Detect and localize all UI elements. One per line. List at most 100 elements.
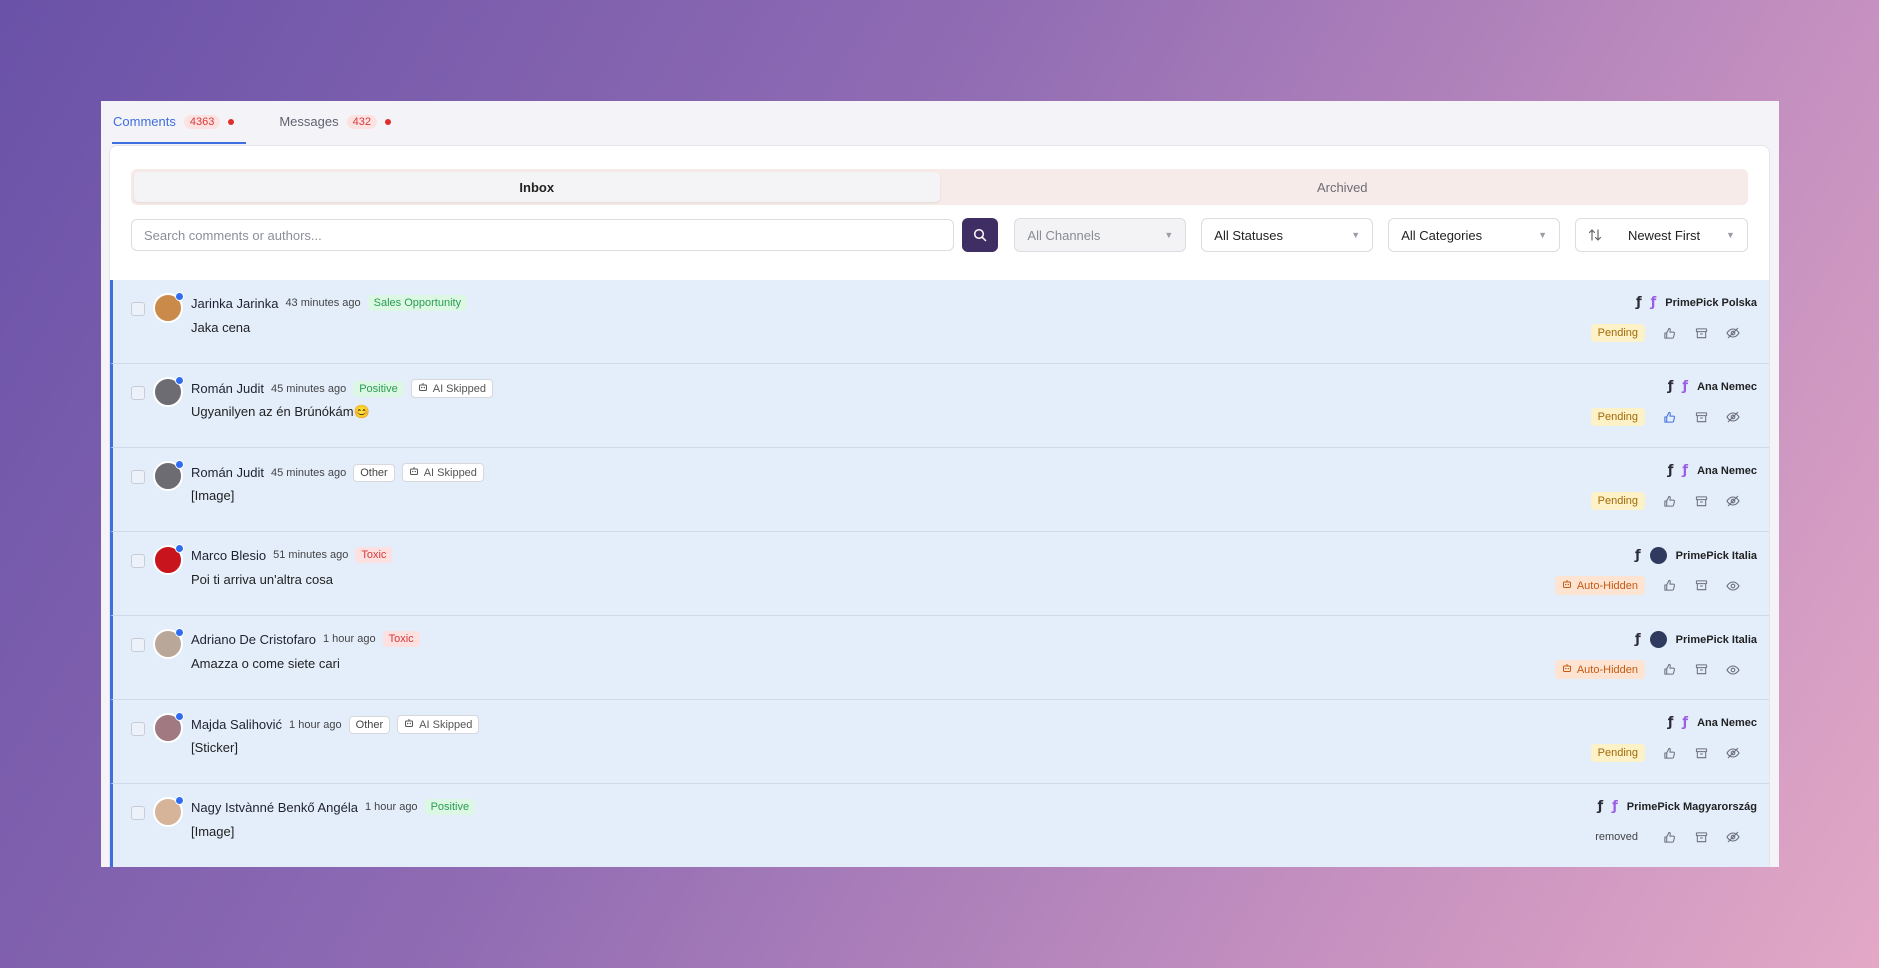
search-input[interactable] (131, 219, 955, 251)
ai-skipped-tag: AI Skipped (401, 463, 484, 482)
comment-row[interactable]: Marco Blesio 51 minutes ago Toxic Poi ti… (110, 532, 1769, 616)
row-checkbox[interactable] (131, 638, 145, 652)
timestamp: 45 minutes ago (270, 466, 347, 479)
row-checkbox[interactable] (131, 470, 145, 484)
archive-icon[interactable] (1693, 325, 1709, 341)
author-name[interactable]: Román Judit (191, 465, 264, 480)
status-label: Auto-Hidden (1576, 579, 1638, 592)
eye-off-icon[interactable] (1725, 829, 1741, 845)
segment-inbox[interactable]: Inbox (134, 172, 940, 202)
comment-meta: Adriano De Cristofaro 1 hour ago Toxic (191, 631, 420, 647)
row-checkbox[interactable] (131, 302, 145, 316)
eye-off-icon[interactable] (1725, 493, 1741, 509)
instagram-icon: ƒ (1650, 295, 1657, 310)
author-name[interactable]: Román Judit (191, 381, 264, 396)
like-icon[interactable] (1661, 578, 1677, 594)
category-tag: Other (353, 463, 395, 482)
comment-text: Amazza o come siete cari (191, 656, 340, 671)
like-icon[interactable] (1661, 325, 1677, 341)
tab-comments[interactable]: Comments 4363 (112, 101, 247, 144)
eye-icon[interactable] (1725, 662, 1741, 678)
comment-row[interactable]: Jarinka Jarinka 43 minutes ago Sales Opp… (110, 280, 1769, 364)
online-indicator (175, 712, 184, 721)
comment-row[interactable]: Nagy Istvànné Benkő Angéla 1 hour ago Po… (110, 784, 1769, 867)
categories-select[interactable]: All Categories ▼ (1388, 218, 1561, 252)
like-icon[interactable] (1661, 493, 1677, 509)
page-name[interactable]: Ana Nemec (1697, 381, 1757, 393)
row-checkbox[interactable] (131, 722, 145, 736)
like-icon[interactable] (1661, 745, 1677, 761)
author-name[interactable]: Marco Blesio (191, 548, 266, 563)
page-name[interactable]: PrimePick Italia (1676, 634, 1757, 646)
eye-icon[interactable] (1725, 578, 1741, 594)
statuses-select[interactable]: All Statuses ▼ (1201, 218, 1374, 252)
eye-off-icon[interactable] (1725, 409, 1741, 425)
sort-select[interactable]: Newest First ▼ (1575, 218, 1748, 252)
source-info: ƒ ƒ Ana Nemec (1668, 463, 1757, 478)
archive-icon[interactable] (1693, 493, 1709, 509)
comment-meta: Nagy Istvànné Benkő Angéla 1 hour ago Po… (191, 799, 476, 815)
sort-icon (1588, 229, 1602, 241)
comment-row[interactable]: Majda Salihović 1 hour ago Other AI Skipp… (110, 700, 1769, 784)
tag-label: AI Skipped (432, 382, 486, 395)
page-name[interactable]: Ana Nemec (1697, 465, 1757, 477)
ai-skipped-tag: AI Skipped (410, 379, 493, 398)
chevron-down-icon: ▼ (1726, 230, 1735, 240)
comment-row[interactable]: Adriano De Cristofaro 1 hour ago Toxic A… (110, 616, 1769, 700)
row-checkbox[interactable] (131, 386, 145, 400)
filter-bar: All Channels ▼ All Statuses ▼ All Catego… (131, 218, 1748, 252)
page-name[interactable]: PrimePick Italia (1676, 550, 1757, 562)
page-name[interactable]: PrimePick Magyarország (1627, 801, 1757, 813)
comment-meta: Jarinka Jarinka 43 minutes ago Sales Opp… (191, 295, 468, 311)
comment-row[interactable]: Román Judit 45 minutes ago Other AI Skipp… (110, 448, 1769, 532)
eye-off-icon[interactable] (1725, 325, 1741, 341)
like-icon[interactable] (1661, 409, 1677, 425)
author-name[interactable]: Majda Salihović (191, 717, 282, 732)
archive-icon[interactable] (1693, 662, 1709, 678)
row-checkbox[interactable] (131, 554, 145, 568)
row-actions: Auto-Hidden (1554, 660, 1741, 679)
status-badge: Pending (1590, 408, 1645, 426)
archive-icon[interactable] (1693, 745, 1709, 761)
archive-icon[interactable] (1693, 829, 1709, 845)
source-info: ƒ ƒ Ana Nemec (1668, 379, 1757, 394)
channels-select-value: All Channels (1027, 227, 1101, 243)
status-badge: Pending (1590, 492, 1645, 510)
timestamp: 1 hour ago (323, 633, 376, 645)
instagram-icon: ƒ (1682, 715, 1689, 730)
archive-icon[interactable] (1693, 578, 1709, 594)
comment-text: Poi ti arriva un'altra cosa (191, 572, 333, 587)
online-indicator (175, 628, 184, 637)
page-name[interactable]: Ana Nemec (1697, 717, 1757, 729)
like-icon[interactable] (1661, 662, 1677, 678)
chevron-down-icon: ▼ (1164, 230, 1174, 240)
tab-messages[interactable]: Messages 432 (278, 101, 392, 144)
category-tag: Toxic (382, 631, 420, 647)
online-indicator (175, 292, 184, 301)
channels-select[interactable]: All Channels ▼ (1014, 218, 1187, 252)
author-name[interactable]: Adriano De Cristofaro (191, 632, 316, 647)
author-name[interactable]: Nagy Istvànné Benkő Angéla (191, 800, 358, 815)
statuses-select-value: All Statuses (1214, 227, 1283, 243)
comment-row[interactable]: Román Judit 45 minutes ago Positive AI Sk… (110, 364, 1769, 448)
page-name[interactable]: PrimePick Polska (1665, 297, 1757, 309)
search-button[interactable] (962, 218, 999, 252)
page-avatar (1649, 631, 1667, 648)
eye-off-icon[interactable] (1725, 745, 1741, 761)
comment-text: Jaka cena (191, 320, 251, 335)
timestamp: 1 hour ago (364, 801, 418, 813)
category-tag: Toxic (355, 547, 393, 563)
author-name[interactable]: Jarinka Jarinka (191, 296, 278, 311)
status-badge: Auto-Hidden (1554, 660, 1645, 679)
row-actions: removed (1588, 828, 1741, 846)
categories-select-value: All Categories (1401, 227, 1483, 243)
archive-icon[interactable] (1693, 409, 1709, 425)
like-icon[interactable] (1661, 829, 1677, 845)
app-window: Comments 4363 Messages 432 Inbox Archive… (101, 101, 1779, 867)
row-checkbox[interactable] (131, 806, 145, 820)
segment-archived[interactable]: Archived (940, 172, 1746, 202)
tab-count-badge: 4363 (183, 114, 221, 129)
comments-panel: Inbox Archived All Channels ▼ All Status… (109, 145, 1770, 867)
row-actions: Pending (1590, 408, 1741, 426)
online-indicator (175, 376, 184, 385)
